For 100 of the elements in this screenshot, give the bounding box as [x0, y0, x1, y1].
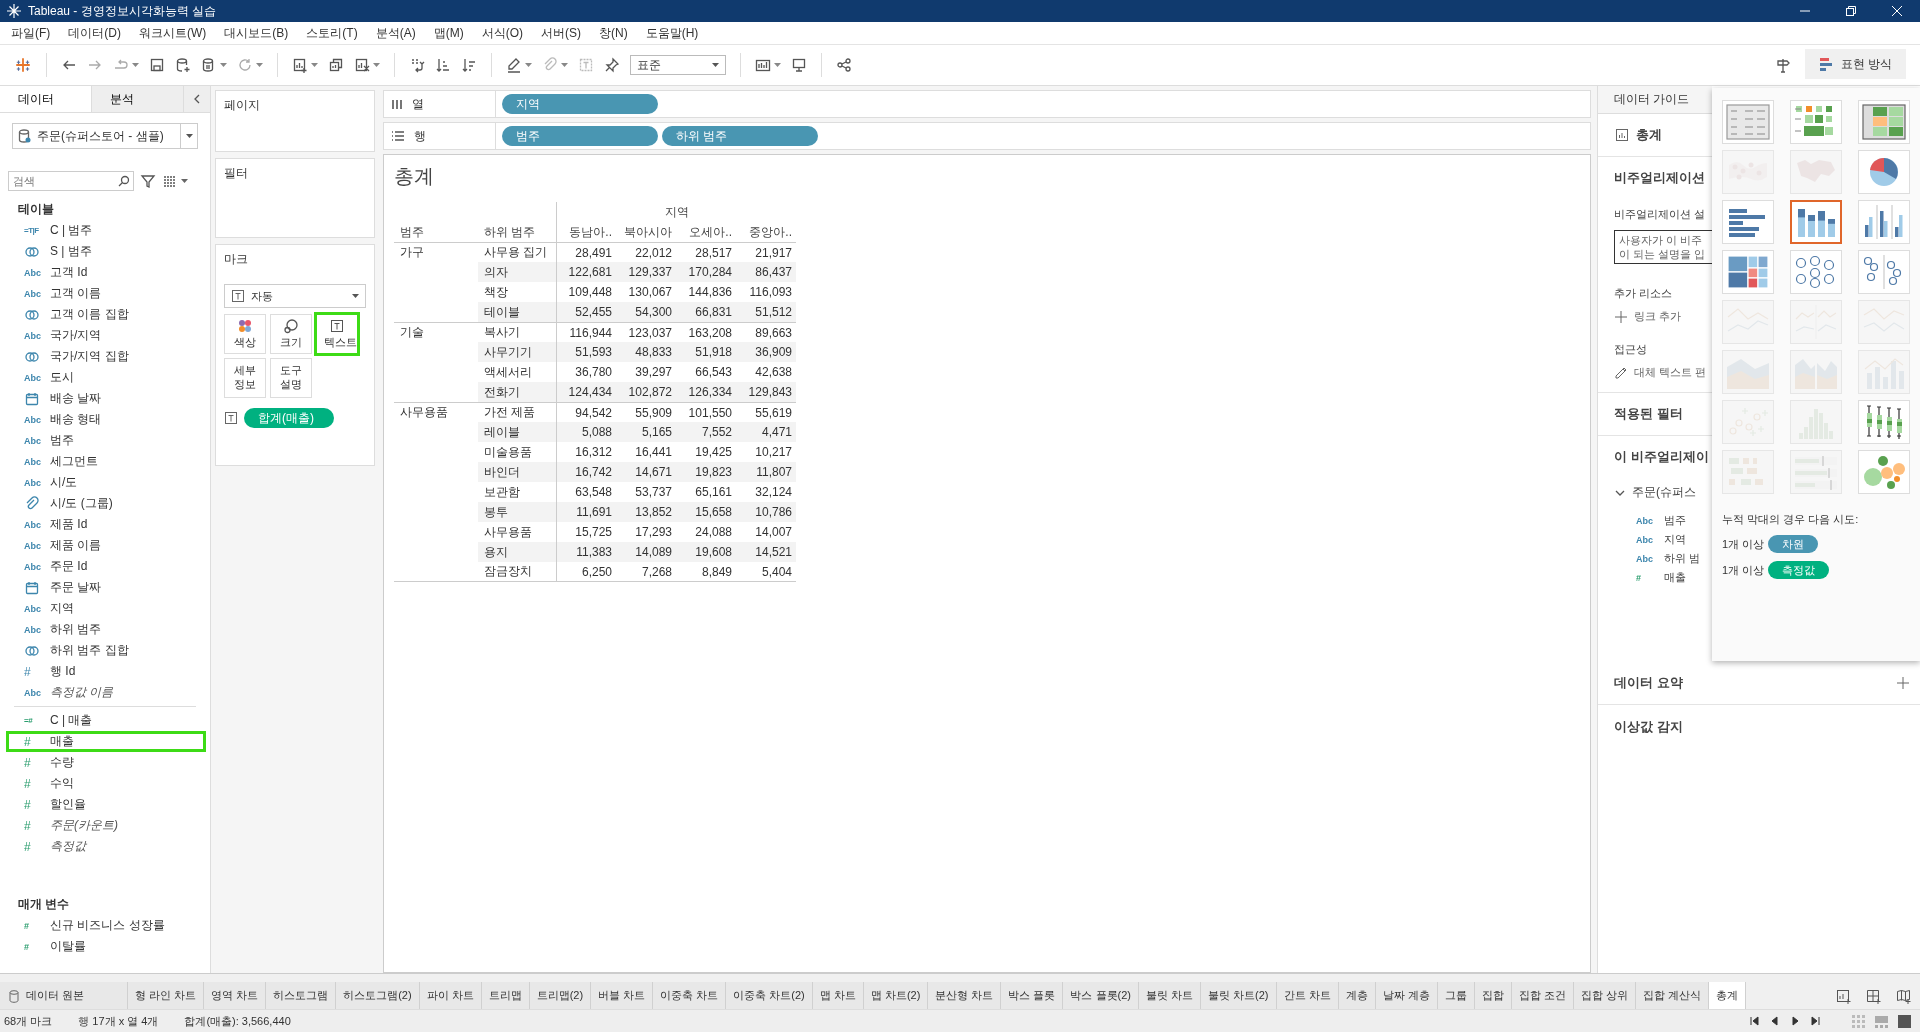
field-item[interactable]: Abc 제품 이름	[6, 535, 204, 556]
caret-icon[interactable]	[181, 179, 188, 183]
show-me-button[interactable]: 표현 방식	[1804, 49, 1906, 81]
field-item[interactable]: # 할인율	[6, 794, 204, 815]
field-item[interactable]: # 수익	[6, 773, 204, 794]
panel-tab[interactable]: 분석	[92, 86, 184, 112]
first-page-icon[interactable]	[1749, 1015, 1761, 1027]
field-item[interactable]: Abc 고객 Id	[6, 262, 204, 283]
field-item[interactable]: 국가/지역 집합	[6, 346, 204, 367]
field-item[interactable]: Abc 하위 범주	[6, 619, 204, 640]
field-item[interactable]: =T|F C | 범주	[6, 220, 204, 241]
plus-icon[interactable]	[1896, 675, 1910, 690]
new-sheet-icon[interactable]	[292, 57, 308, 73]
caret-icon[interactable]	[373, 63, 380, 67]
sheet-tab[interactable]: 맵 차트	[812, 982, 864, 1009]
previous-icon[interactable]	[1769, 1015, 1781, 1027]
field-item[interactable]: 주문 날짜	[6, 577, 204, 598]
new-story-icon[interactable]	[1896, 987, 1912, 1004]
caret-icon[interactable]	[561, 63, 568, 67]
sheet-tab[interactable]: 맵 차트(2)	[863, 982, 929, 1009]
sheet-tab[interactable]: 파이 차트	[419, 982, 482, 1009]
sheet-tab[interactable]: 불릿 차트	[1138, 982, 1202, 1009]
mark-property-button[interactable]: 도구 설명	[270, 358, 312, 398]
datasource-dropdown[interactable]: 주문(슈퍼스토어 - 샘플)	[12, 123, 198, 149]
field-item[interactable]: S | 범주	[6, 241, 204, 262]
field-item[interactable]: 하위 범주 집합	[6, 640, 204, 661]
sheet-tab[interactable]: 집합	[1474, 982, 1512, 1009]
sheet-tab[interactable]: 히스토그램(2)	[336, 982, 420, 1009]
chart-type-button[interactable]	[1790, 200, 1842, 244]
field-item[interactable]: 배송 날짜	[6, 388, 204, 409]
caret-icon[interactable]	[311, 63, 318, 67]
field-item[interactable]: # 주문(카운트)	[6, 815, 204, 836]
sheet-tab[interactable]: 집합 상위	[1573, 982, 1636, 1009]
highlighter-icon[interactable]	[506, 57, 522, 73]
sheet-tab[interactable]: 박스 플롯	[1001, 982, 1064, 1009]
menu-item[interactable]: 서버(S)	[532, 24, 590, 42]
field-item[interactable]: Abc 주문 Id	[6, 556, 204, 577]
sheet-tab[interactable]: 날짜 계층	[1375, 982, 1438, 1009]
add-link[interactable]: 링크 추가	[1634, 309, 1682, 324]
menu-item[interactable]: 스토리(T)	[297, 24, 367, 42]
cards-icon[interactable]	[755, 57, 771, 73]
field-item[interactable]: 고객 이름 집합	[6, 304, 204, 325]
pin-icon[interactable]	[604, 57, 620, 73]
search-field[interactable]: 검색	[8, 171, 134, 191]
mark-property-button[interactable]: 크기	[270, 314, 312, 354]
sheet-tab[interactable]: 집합 조건	[1511, 982, 1574, 1009]
sheet-tab[interactable]: 트리맵(2)	[529, 982, 592, 1009]
sheet-tab[interactable]: 이중축 차트	[653, 982, 727, 1009]
sheet-tab[interactable]: 이중축 차트(2)	[726, 982, 813, 1009]
presentation-icon[interactable]	[791, 57, 807, 73]
field-item[interactable]: Abc 시/도	[6, 472, 204, 493]
mark-property-button[interactable]: 세부 정보	[224, 358, 266, 398]
field-item[interactable]: Abc 제품 Id	[6, 514, 204, 535]
field-item[interactable]: Abc 세그먼트	[6, 451, 204, 472]
sheet-tab[interactable]: 그룹	[1437, 982, 1475, 1009]
sheet-tab[interactable]: 간트 차트	[1276, 982, 1339, 1009]
caret-icon[interactable]	[186, 134, 193, 138]
menu-item[interactable]: 도움말(H)	[636, 24, 708, 42]
new-worksheet-icon[interactable]	[1836, 987, 1852, 1004]
caret-icon[interactable]	[525, 63, 532, 67]
database-add-icon[interactable]	[175, 57, 191, 73]
sheet-tab[interactable]: 형 라인 차트	[128, 982, 205, 1009]
paperclip-icon[interactable]	[542, 57, 558, 73]
next-icon[interactable]	[1789, 1015, 1801, 1027]
menu-item[interactable]: 창(N)	[590, 24, 637, 42]
caret-icon[interactable]	[352, 294, 359, 298]
swap-icon[interactable]	[409, 57, 425, 73]
field-item[interactable]: Abc 측정값 이름	[6, 682, 204, 703]
sheet-tab[interactable]: 집합 계산식	[1635, 982, 1709, 1009]
field-item[interactable]: Abc 국가/지역	[6, 325, 204, 346]
list-view-icon[interactable]	[162, 173, 178, 189]
parameter-item[interactable]: # 신규 비즈니스 성장률	[6, 915, 204, 936]
caret-icon[interactable]	[774, 63, 781, 67]
field-item[interactable]: # 측정값	[6, 836, 204, 857]
field-item[interactable]: Abc 지역	[6, 598, 204, 619]
panel-tab[interactable]: 데이터 가이드	[1598, 86, 1712, 114]
sheet-tab[interactable]: 버블 차트	[591, 982, 654, 1009]
menu-item[interactable]: 데이터(D)	[59, 24, 130, 42]
duplicate-icon[interactable]	[328, 57, 344, 73]
sheet-tab[interactable]: 총계	[1708, 982, 1746, 1009]
sheet-tab[interactable]: 계층	[1338, 982, 1376, 1009]
field-item[interactable]: Abc 범주	[6, 430, 204, 451]
field-item[interactable]: Abc 배송 형태	[6, 409, 204, 430]
menu-item[interactable]: 워크시트(W)	[130, 24, 216, 42]
sheet-tab[interactable]: 불릿 차트(2)	[1201, 982, 1277, 1009]
menu-item[interactable]: 대시보드(B)	[215, 24, 298, 42]
tab-view-icon[interactable]	[1897, 1013, 1912, 1029]
share-icon[interactable]	[836, 57, 852, 73]
field-item[interactable]: =# C | 매출	[6, 710, 204, 731]
save-icon[interactable]	[149, 57, 165, 73]
menu-item[interactable]: 서식(O)	[472, 24, 532, 42]
mark-property-button[interactable]: 텍스트	[316, 314, 358, 354]
mark-property-button[interactable]: 색상	[224, 314, 266, 354]
new-dashboard-icon[interactable]	[1866, 987, 1882, 1004]
menu-item[interactable]: 맵(M)	[424, 24, 473, 42]
field-item[interactable]: 시/도 (그룹)	[6, 493, 204, 514]
caret-icon[interactable]	[132, 63, 139, 67]
parameter-item[interactable]: # 이탈률	[6, 936, 204, 957]
menu-item[interactable]: 파일(F)	[2, 24, 60, 42]
sheet-tab[interactable]: 박스 플롯(2)	[1063, 982, 1139, 1009]
